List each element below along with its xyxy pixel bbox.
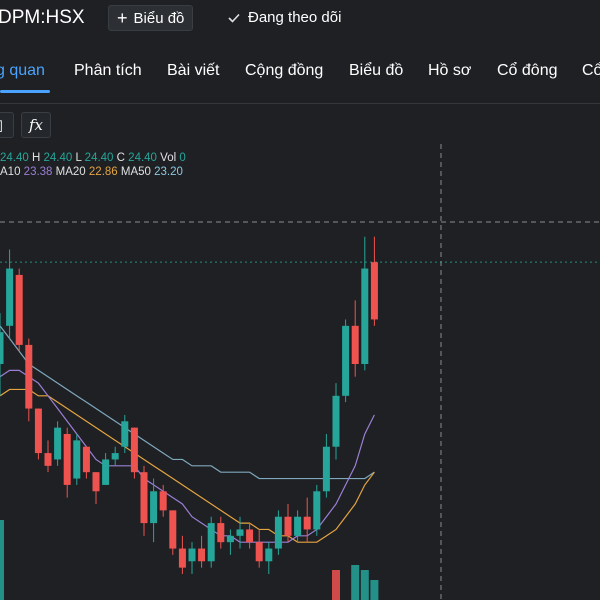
high-value: 24.40 [43,152,73,164]
candle-body [332,395,340,447]
volume-value: 0 [179,152,186,164]
low-value: 24.40 [84,152,114,164]
ma20-label: MA20 [55,166,86,178]
volume-bar [0,520,4,600]
ma10-label: A10 [0,166,21,178]
volume-bar [370,580,379,600]
candle-body [236,529,244,536]
candle-body [25,344,33,409]
candle-body [82,446,90,473]
candle-body [34,408,42,454]
candle-body [265,548,273,562]
top-bar: DPM:HSX + Biểu đồ Đang theo dõi [0,0,600,38]
candle-body [102,459,110,485]
candle-body [217,523,225,543]
tab-posts[interactable]: Bài viết [167,62,219,80]
ohlc-row: 24.40 H 24.40 L 24.40 C 24.40 Vol 0 [0,152,186,164]
ohlc-legend: 24.40 H 24.40 L 24.40 C 24.40 Vol 0 A10 … [0,152,186,178]
active-tab-indicator [0,90,50,93]
candle-body [73,440,81,479]
candle-body [188,548,196,562]
candle-body [169,510,177,549]
open-value: 24.40 [0,152,29,164]
candle-body [130,427,138,473]
candle-body [294,516,302,536]
volume-bar [332,570,340,600]
candle-body [246,529,254,543]
chart-button-label: Biểu đồ [133,9,185,27]
ma50-value: 23.20 [154,166,183,178]
ma50-label: MA50 [120,166,151,178]
volume-bar [351,565,360,600]
candle-body [284,516,292,536]
following-label: Đang theo dõi [248,9,342,26]
candle-body [54,427,62,460]
candle-body [255,542,263,562]
low-label: L [75,152,82,164]
tab-more[interactable]: Cổ [582,62,600,80]
candle-body [92,472,100,492]
candle-body [198,548,206,562]
high-label: H [31,152,41,164]
following-toggle[interactable]: Đang theo dõi [228,9,341,26]
candle-body [313,491,321,530]
tab-community[interactable]: Cộng đồng [245,62,323,80]
candle-body [274,516,282,549]
candle-body [303,516,311,530]
candle-body [361,268,369,364]
ma20-value: 22.86 [88,166,118,178]
candle-body [370,262,378,320]
candle-body [111,453,119,460]
candle-body [140,472,148,524]
candle-body [322,446,330,492]
volume-label: Vol [160,152,177,164]
candle-body [0,332,4,364]
volume-bar [360,570,369,600]
candle-body [63,434,71,485]
ma-row: A10 23.38 MA20 22.86 MA50 23.20 [0,166,186,178]
main-tabs: g quan Phân tích Bài viết Cộng đồng Biểu… [0,54,600,94]
ma10-value: 23.38 [23,166,53,178]
tab-analysis[interactable]: Phân tích [74,62,142,80]
ticker-symbol: DPM:HSX [0,7,85,28]
tab-shareholders[interactable]: Cổ đông [497,62,558,80]
chart-button[interactable]: + Biểu đồ [108,5,194,31]
candle-body [351,325,359,364]
close-label: C [116,152,125,164]
candle-body [178,548,186,568]
price-chart[interactable] [0,104,600,600]
candle-body [6,268,14,326]
candle-body [207,523,215,562]
check-icon [228,13,240,23]
candle-body [121,421,129,447]
plus-icon: + [117,8,128,28]
tab-profile[interactable]: Hồ sơ [428,62,471,80]
candle-body [226,535,234,543]
candle-body [342,325,350,396]
candle-body [159,491,167,511]
close-value: 24.40 [128,152,157,164]
candle-body [44,453,52,466]
tab-chart[interactable]: Biểu đồ [349,62,403,80]
tab-overview[interactable]: g quan [0,62,45,80]
candle-body [15,274,23,345]
candle-body [150,491,158,524]
